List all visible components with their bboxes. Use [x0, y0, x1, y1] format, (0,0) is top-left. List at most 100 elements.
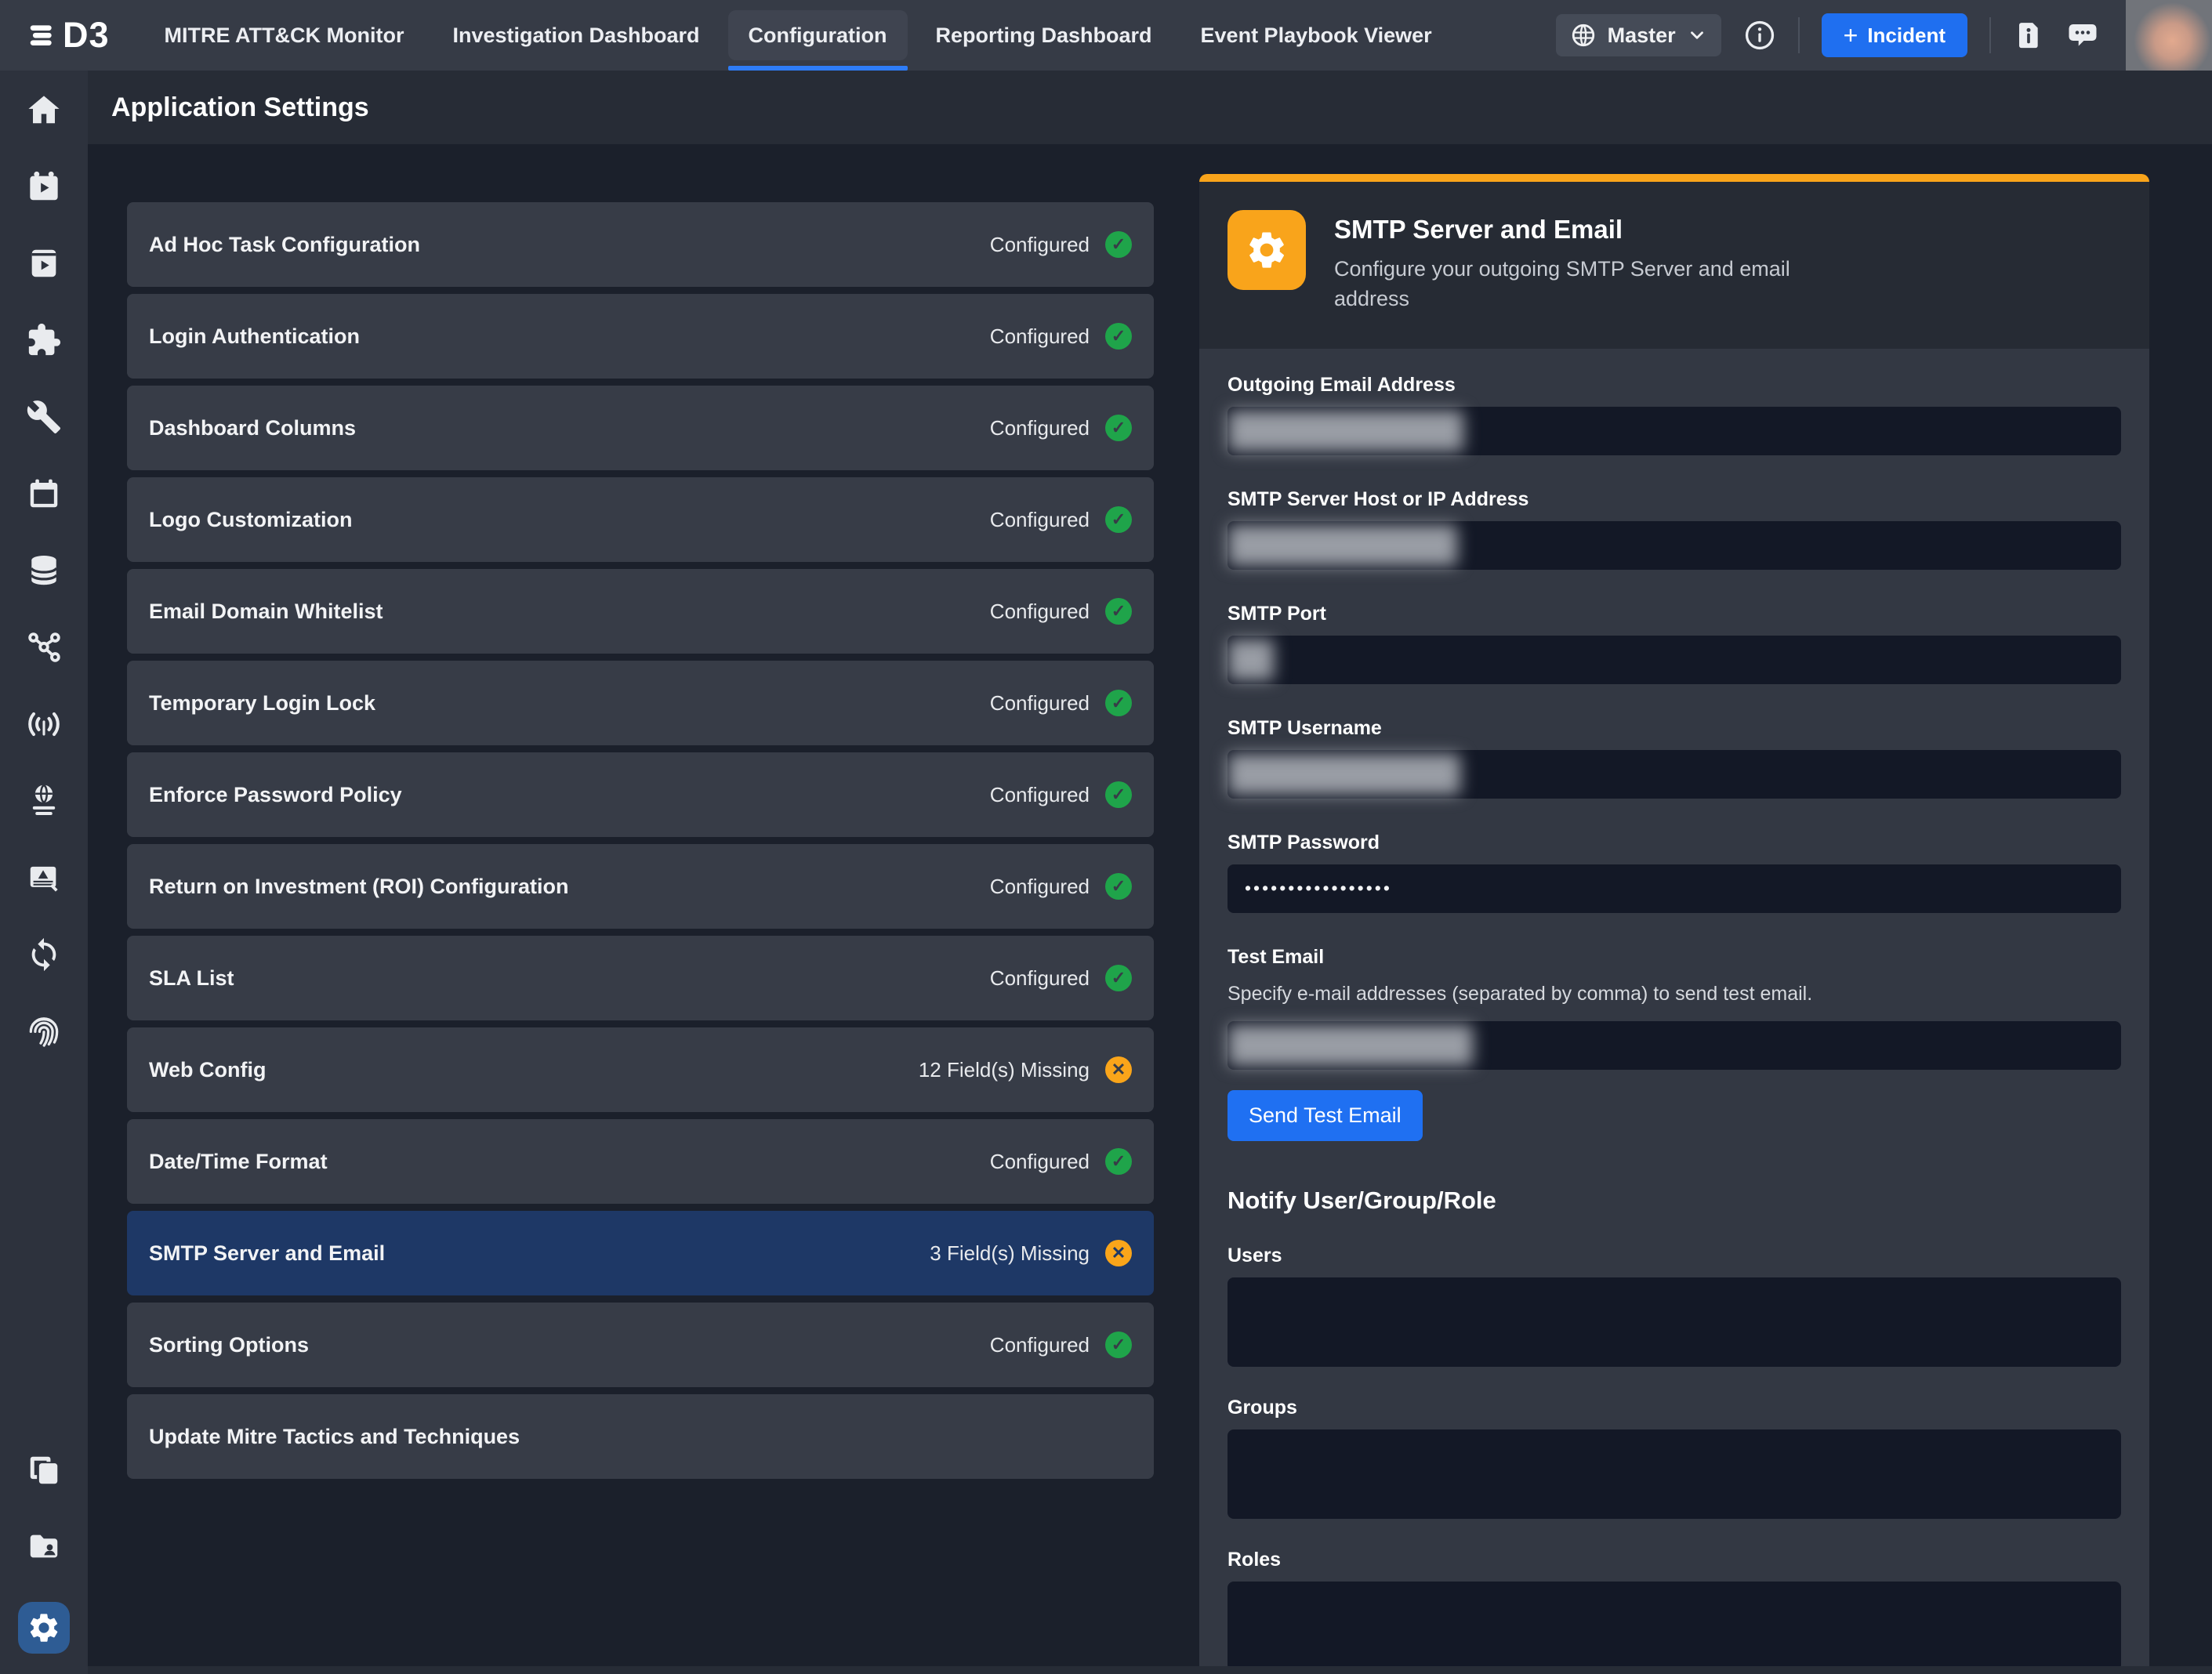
smtp-port-input[interactable] — [1227, 636, 2121, 684]
puzzle-icon[interactable] — [22, 318, 66, 362]
settings-gear-icon[interactable] — [18, 1602, 70, 1654]
configured-check-icon: ✓ — [1105, 598, 1132, 625]
page-title: Application Settings — [111, 92, 369, 123]
config-item-email-domain-whitelist[interactable]: Email Domain Whitelist Configured ✓ — [127, 569, 1154, 654]
info-circle-icon — [1743, 19, 1776, 52]
config-item-ad-hoc-task[interactable]: Ad Hoc Task Configuration Configured ✓ — [127, 202, 1154, 287]
release-notes-button[interactable] — [2013, 20, 2044, 51]
config-item-login-authentication[interactable]: Login Authentication Configured ✓ — [127, 294, 1154, 379]
redacted-value — [1228, 640, 1274, 680]
config-item-status: 12 Field(s) Missing — [919, 1058, 1090, 1082]
user-avatar[interactable] — [2126, 0, 2212, 71]
configured-check-icon: ✓ — [1105, 323, 1132, 350]
config-item-status: Configured — [990, 691, 1090, 716]
smtp-host-input[interactable] — [1227, 521, 2121, 570]
groups-input[interactable] — [1227, 1429, 2121, 1519]
config-item-status: Configured — [990, 416, 1090, 440]
notify-section-heading: Notify User/Group/Role — [1227, 1187, 2121, 1215]
globe-filter-icon[interactable] — [22, 779, 66, 823]
roles-input[interactable] — [1227, 1582, 2121, 1666]
new-incident-button[interactable]: + Incident — [1822, 13, 1967, 57]
info-button[interactable] — [1743, 19, 1776, 52]
config-item-web-config[interactable]: Web Config 12 Field(s) Missing ✕ — [127, 1027, 1154, 1112]
panel-subtitle: Configure your outgoing SMTP Server and … — [1334, 254, 1804, 314]
configured-check-icon: ✓ — [1105, 690, 1132, 716]
config-item-title: Temporary Login Lock — [149, 691, 375, 716]
broadcast-icon[interactable] — [22, 702, 66, 746]
configured-check-icon: ✓ — [1105, 781, 1132, 808]
field-label: SMTP Username — [1227, 717, 2121, 740]
globe-icon — [1570, 22, 1597, 49]
roles-label: Roles — [1227, 1549, 2121, 1571]
outgoing-email-input[interactable] — [1227, 407, 2121, 455]
config-item-roi-configuration[interactable]: Return on Investment (ROI) Configuration… — [127, 844, 1154, 929]
home-icon[interactable] — [22, 88, 66, 132]
shared-folder-icon[interactable] — [22, 1525, 66, 1569]
redacted-value — [1228, 754, 1460, 795]
fingerprint-icon[interactable] — [22, 1009, 66, 1053]
test-email-input[interactable] — [1227, 1021, 2121, 1070]
config-item-dashboard-columns[interactable]: Dashboard Columns Configured ✓ — [127, 386, 1154, 470]
copy-icon[interactable] — [22, 1448, 66, 1492]
config-item-update-mitre-tactics[interactable]: Update Mitre Tactics and Techniques — [127, 1394, 1154, 1479]
tab-investigation-dashboard[interactable]: Investigation Dashboard — [432, 10, 720, 60]
database-icon[interactable] — [22, 549, 66, 592]
chat-button[interactable] — [2066, 19, 2099, 52]
tools-icon[interactable] — [22, 395, 66, 439]
config-item-title: Enforce Password Policy — [149, 783, 402, 807]
field-label: SMTP Password — [1227, 832, 2121, 854]
smtp-username-input[interactable] — [1227, 750, 2121, 799]
config-item-title: Sorting Options — [149, 1333, 309, 1357]
config-item-enforce-password-policy[interactable]: Enforce Password Policy Configured ✓ — [127, 752, 1154, 837]
config-item-status: Configured — [990, 600, 1090, 624]
config-item-logo-customization[interactable]: Logo Customization Configured ✓ — [127, 477, 1154, 562]
config-item-smtp-server-and-email[interactable]: SMTP Server and Email 3 Field(s) Missing… — [127, 1211, 1154, 1295]
redacted-value — [1228, 525, 1457, 566]
calendar-icon[interactable] — [22, 472, 66, 516]
workspace-label: Master — [1608, 24, 1676, 48]
incident-report-icon[interactable] — [22, 856, 66, 900]
tab-configuration[interactable]: Configuration — [728, 10, 908, 60]
video-library-icon[interactable] — [22, 241, 66, 285]
config-item-title: Update Mitre Tactics and Techniques — [149, 1425, 520, 1449]
tab-event-playbook-viewer[interactable]: Event Playbook Viewer — [1180, 10, 1452, 60]
users-input[interactable] — [1227, 1277, 2121, 1367]
configured-check-icon: ✓ — [1105, 231, 1132, 258]
test-email-helper-text: Specify e-mail addresses (separated by c… — [1227, 983, 2121, 1005]
missing-x-icon: ✕ — [1105, 1240, 1132, 1266]
configured-check-icon: ✓ — [1105, 415, 1132, 441]
top-nav-tabs: MITRE ATT&CK Monitor Investigation Dashb… — [144, 0, 1452, 71]
config-item-temporary-login-lock[interactable]: Temporary Login Lock Configured ✓ — [127, 661, 1154, 745]
panel-header: SMTP Server and Email Configure your out… — [1199, 182, 2149, 349]
configured-check-icon: ✓ — [1105, 506, 1132, 533]
config-item-date-time-format[interactable]: Date/Time Format Configured ✓ — [127, 1119, 1154, 1204]
configured-check-icon: ✓ — [1105, 1148, 1132, 1175]
config-item-title: Login Authentication — [149, 324, 360, 349]
config-item-sorting-options[interactable]: Sorting Options Configured ✓ — [127, 1303, 1154, 1387]
tab-mitre-attck-monitor[interactable]: MITRE ATT&CK Monitor — [144, 10, 425, 60]
left-icon-sidebar — [0, 71, 88, 1674]
config-item-sla-list[interactable]: SLA List Configured ✓ — [127, 936, 1154, 1020]
missing-x-icon: ✕ — [1105, 1056, 1132, 1083]
nav-divider — [1989, 17, 1991, 53]
network-graph-icon[interactable] — [22, 625, 66, 669]
chevron-down-icon — [1687, 25, 1707, 45]
users-label: Users — [1227, 1245, 2121, 1267]
config-item-status: Configured — [990, 1150, 1090, 1174]
sync-icon[interactable] — [22, 933, 66, 976]
config-item-title: Ad Hoc Task Configuration — [149, 233, 420, 257]
send-test-email-button[interactable]: Send Test Email — [1227, 1090, 1423, 1141]
config-item-title: SMTP Server and Email — [149, 1241, 385, 1266]
smtp-password-input[interactable]: ••••••••••••••••• — [1227, 864, 2121, 913]
config-item-title: Date/Time Format — [149, 1150, 328, 1174]
top-nav-right-cluster: Master + Incident — [1556, 0, 2212, 71]
calendar-play-icon[interactable] — [22, 165, 66, 208]
chat-bubble-icon — [2066, 19, 2099, 52]
tab-reporting-dashboard[interactable]: Reporting Dashboard — [916, 10, 1173, 60]
d3-logo[interactable]: D3 — [0, 15, 144, 56]
workspace-selector[interactable]: Master — [1556, 14, 1721, 56]
top-navigation-bar: D3 MITRE ATT&CK Monitor Investigation Da… — [0, 0, 2212, 71]
plus-icon: + — [1844, 23, 1858, 48]
password-dots: ••••••••••••••••• — [1227, 878, 1392, 899]
d3-logo-bars-icon — [27, 20, 56, 50]
